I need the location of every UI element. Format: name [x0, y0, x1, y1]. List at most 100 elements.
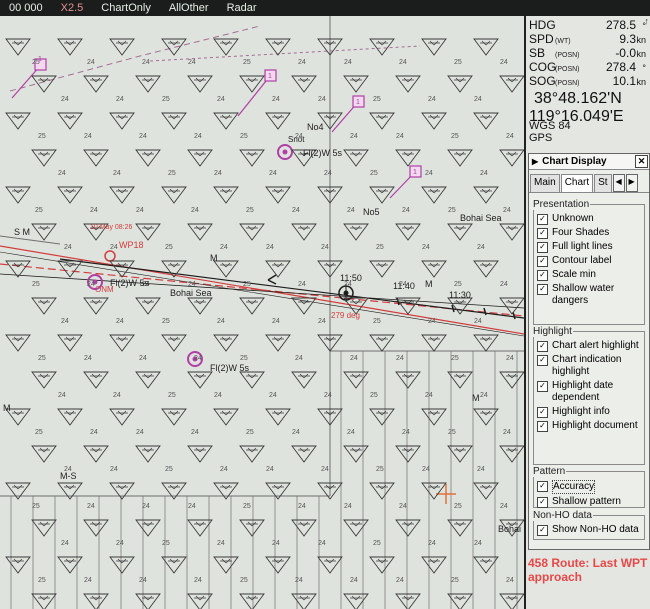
obstruction-symbol — [5, 334, 31, 352]
option-highlight-info[interactable]: ✓ Highlight info — [534, 405, 644, 419]
obstruction-symbol — [83, 149, 109, 167]
obstruction-symbol — [161, 334, 187, 352]
shallow-pattern-area — [330, 351, 524, 609]
obstruction-symbol — [291, 371, 317, 389]
obstruction-symbol — [421, 334, 447, 352]
sounding-figure: 24 — [87, 503, 95, 510]
option-scale-min[interactable]: ✓ Scale min — [534, 268, 644, 282]
checkbox[interactable]: ✓ — [537, 481, 548, 492]
sounding-figure: 24 — [266, 244, 274, 251]
obstruction-symbol — [135, 149, 161, 167]
checkbox[interactable]: ✓ — [537, 525, 548, 536]
option-full-light-lines[interactable]: ✓ Full light lines — [534, 240, 644, 254]
sounding-figure: 25 — [373, 318, 381, 325]
option-contour-label[interactable]: ✓ Contour label — [534, 254, 644, 268]
waypoint-marker[interactable] — [104, 250, 116, 262]
sounding-figure: 24 — [506, 355, 514, 362]
checkbox[interactable]: ✓ — [537, 256, 548, 267]
obstruction-symbol — [187, 371, 213, 389]
option-highlight-date-dependent[interactable]: ✓ Highlight date dependent — [534, 379, 644, 405]
obstruction-symbol — [369, 260, 395, 278]
sounding-figure: 24 — [188, 503, 196, 510]
obstruction-mark — [142, 77, 154, 83]
obstruction-mark — [506, 151, 518, 157]
tab-st[interactable]: St — [594, 174, 612, 192]
sounding-figure: 24 — [188, 59, 196, 66]
sounding-figure: 25 — [243, 281, 251, 288]
option-shallow-water-dangers[interactable]: ✓ Shallow water dangers — [534, 282, 644, 308]
tab-right-arrow-icon[interactable]: ▶ — [625, 174, 638, 192]
tab-chart[interactable]: Chart — [560, 174, 594, 192]
option-highlight-document[interactable]: ✓ Highlight document — [534, 419, 644, 433]
obstruction-mark — [402, 77, 414, 83]
radar-button[interactable]: Radar — [218, 2, 266, 14]
option-chart-indication-highlight[interactable]: ✓ Chart indication highlight — [534, 353, 644, 379]
option-unknown[interactable]: ✓ Unknown — [534, 212, 644, 226]
highlight-legend: Highlight — [533, 326, 572, 337]
obstruction-mark — [454, 225, 466, 231]
obstruction-mark — [428, 188, 440, 194]
tab-left-arrow-icon[interactable]: ◀ — [612, 174, 625, 192]
option-shallow-pattern[interactable]: ✓ Shallow pattern — [534, 495, 644, 509]
past-track — [59, 258, 524, 319]
electronic-chart[interactable]: 25 24 24 24 25 24 24 24 25 24 24 24 25 24 24 24 25 24 24 24… — [0, 16, 524, 609]
obstruction-mark — [142, 447, 154, 453]
obstruction-mark — [272, 114, 284, 120]
obstruction-mark — [12, 410, 24, 416]
obstruction-symbol — [291, 297, 317, 315]
close-icon[interactable]: ✕ — [635, 155, 648, 168]
sounding-figure: 25 — [165, 244, 173, 251]
obstruction-mark — [38, 151, 50, 157]
option-accuracy[interactable]: ✓ Accuracy — [534, 479, 644, 495]
checkbox[interactable]: ✓ — [537, 355, 548, 366]
obstruction-symbol — [369, 38, 395, 56]
chart-view[interactable]: 25 24 24 24 25 24 24 24 25 24 24 24 25 24 24 24 25 24 24 24… — [0, 16, 524, 609]
light-characteristic: Fl(2)W 5s — [303, 148, 342, 158]
sounding-figure: 25 — [243, 503, 251, 510]
obstruction-mark — [194, 225, 206, 231]
checkbox[interactable]: ✓ — [537, 270, 548, 281]
chart-display-panel: ▶ Chart Display ✕ Main Chart St ◀ ▶ Pres… — [528, 153, 650, 550]
obstruction-mark — [116, 410, 128, 416]
checkbox[interactable]: ✓ — [537, 381, 548, 392]
sounding-figure: 24 — [399, 503, 407, 510]
checkbox[interactable]: ✓ — [537, 242, 548, 253]
route-alert-message[interactable]: 458 Route: Last WPT approach — [528, 556, 647, 584]
obstruction-mark — [168, 188, 180, 194]
obstruction-symbol — [369, 112, 395, 130]
obstruction-symbol — [265, 186, 291, 204]
option-show-non-ho-data[interactable]: ✓ Show Non-HO data — [534, 523, 644, 537]
sounding-figure: 24 — [298, 503, 306, 510]
sounding-figure: 24 — [217, 96, 225, 103]
obstruction-mark — [350, 299, 362, 305]
all-other-button[interactable]: AllOther — [160, 2, 218, 14]
zoom-scale[interactable]: X2.5 — [52, 2, 93, 14]
obstruction-mark — [64, 40, 76, 46]
checkbox[interactable]: ✓ — [537, 228, 548, 239]
option-chart-alert-highlight[interactable]: ✓ Chart alert highlight — [534, 339, 644, 353]
sounding-figure: 24 — [425, 392, 433, 399]
checkbox[interactable]: ✓ — [537, 284, 548, 295]
checkbox[interactable]: ✓ — [537, 341, 548, 352]
course-label: 279 deg — [331, 311, 360, 320]
tab-main[interactable]: Main — [530, 174, 560, 192]
obstruction-mark — [480, 336, 492, 342]
option-label: Chart alert highlight — [552, 340, 639, 351]
obstruction-mark — [142, 225, 154, 231]
chart-only-button[interactable]: ChartOnly — [92, 2, 160, 14]
obstruction-mark — [350, 77, 362, 83]
obstruction-mark — [246, 447, 258, 453]
collapse-triangle-icon[interactable]: ▶ — [532, 157, 538, 166]
obstruction-symbol — [57, 112, 83, 130]
obstruction-symbol — [239, 297, 265, 315]
option-four-shades[interactable]: ✓ Four Shades — [534, 226, 644, 240]
track-date-label: 10 May 08:26 — [90, 224, 133, 231]
sounding-figure: 24 — [422, 466, 430, 473]
sounding-figure: 25 — [246, 429, 254, 436]
sea-area-label: Bohai — [498, 524, 521, 534]
checkbox[interactable]: ✓ — [537, 407, 548, 418]
checkbox[interactable]: ✓ — [537, 214, 548, 225]
checkbox[interactable]: ✓ — [537, 497, 548, 508]
sounding-figure: 24 — [295, 577, 303, 584]
checkbox[interactable]: ✓ — [537, 421, 548, 432]
